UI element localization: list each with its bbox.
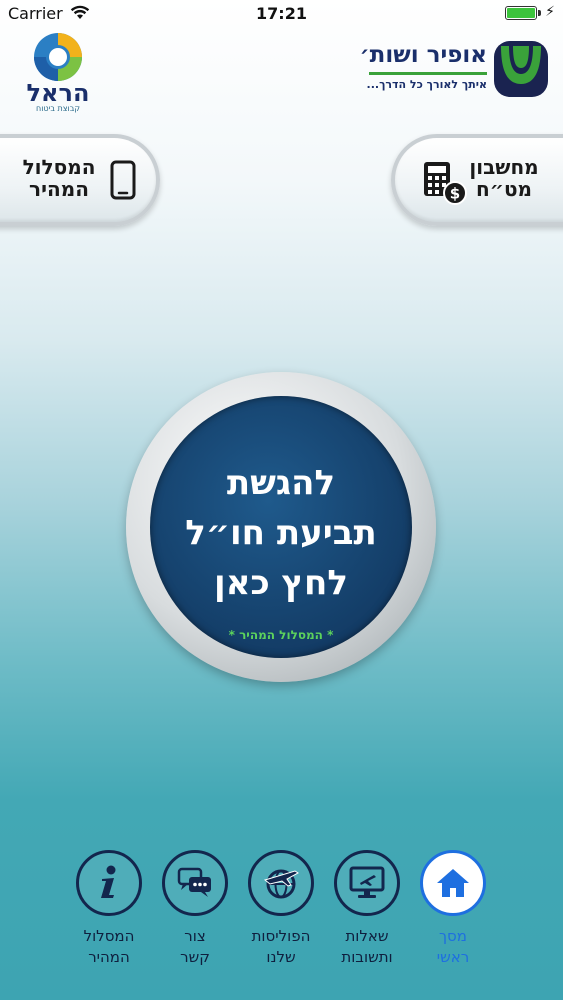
smartphone-icon [110, 160, 136, 200]
calculator-icon: $ [424, 162, 467, 205]
nav-main-screen-circle [420, 850, 486, 916]
fast-track-button[interactable]: המסלול המהיר [0, 134, 160, 226]
nav-main-screen-label: מסך ראשי [436, 927, 470, 966]
nav-fast-track[interactable]: המסלול המהיר [66, 850, 152, 968]
nav-faq[interactable]: שאלות ותשובות [324, 850, 410, 968]
home-icon [437, 869, 469, 897]
ofir-divider [369, 72, 487, 75]
nav-faq-label: שאלות ותשובות [341, 927, 393, 966]
nav-our-policies-circle [248, 850, 314, 916]
battery-icon [505, 6, 537, 20]
nav-our-policies[interactable]: הפוליסות שלנו [238, 850, 324, 968]
nav-contact-us-circle [162, 850, 228, 916]
submit-claim-button[interactable]: להגשת תביעת חו״ל לחץ כאן * המסלול המהיר … [126, 372, 436, 682]
nav-fast-track-label: המסלול המהיר [83, 927, 135, 966]
nav-contact-us-label: צור קשר [180, 927, 210, 966]
nav-contact-us[interactable]: צור קשר [152, 850, 238, 968]
battery-tip [538, 10, 541, 16]
charging-icon: ⚡ [545, 4, 555, 20]
fx-calculator-label: מחשבון מט״ח [469, 155, 539, 201]
submit-claim-line3: לחץ כאן [214, 563, 348, 603]
submit-claim-text: להגשת תביעת חו״ל לחץ כאן [150, 458, 412, 608]
status-bar: Carrier 17:21 ⚡ [0, 0, 563, 28]
submit-claim-subtitle: * המסלול המהיר * [228, 628, 334, 642]
monitor-plane-icon [349, 866, 385, 898]
ofir-name: אופיר ושות׳ [359, 42, 487, 68]
nav-our-policies-label: הפוליסות שלנו [251, 927, 311, 966]
chat-icon [177, 867, 211, 897]
nav-faq-circle [334, 850, 400, 916]
harel-logo-icon [34, 33, 82, 81]
fast-track-label: המסלול המהיר [22, 155, 96, 201]
bottom-nav: מסך ראשי שאלות ותשובות הפוליסות שלנו צור… [0, 850, 563, 1000]
nav-fast-track-circle [76, 850, 142, 916]
submit-claim-line1: להגשת [226, 463, 336, 503]
fx-calculator-button[interactable]: מחשבון מט״ח $ [391, 134, 563, 226]
globe-plane-icon [263, 869, 299, 899]
info-icon [101, 865, 116, 898]
ofir-logo-icon [494, 41, 548, 97]
submit-claim-disc: להגשת תביעת חו״ל לחץ כאן * המסלול המהיר … [150, 396, 412, 658]
harel-name: הראל [26, 79, 90, 107]
submit-claim-line2: תביעת חו״ל [185, 513, 377, 553]
battery-level [507, 8, 535, 18]
nav-main-screen[interactable]: מסך ראשי [410, 850, 496, 968]
svg-text:$: $ [450, 185, 460, 203]
ofir-logo: אופיר ושות׳ איתך לאורך כל הדרך... [359, 40, 549, 102]
ofir-tagline: איתך לאורך כל הדרך... [366, 78, 487, 91]
clock: 17:21 [256, 4, 307, 23]
harel-logo: הראל קבוצת ביטוח [24, 30, 92, 113]
